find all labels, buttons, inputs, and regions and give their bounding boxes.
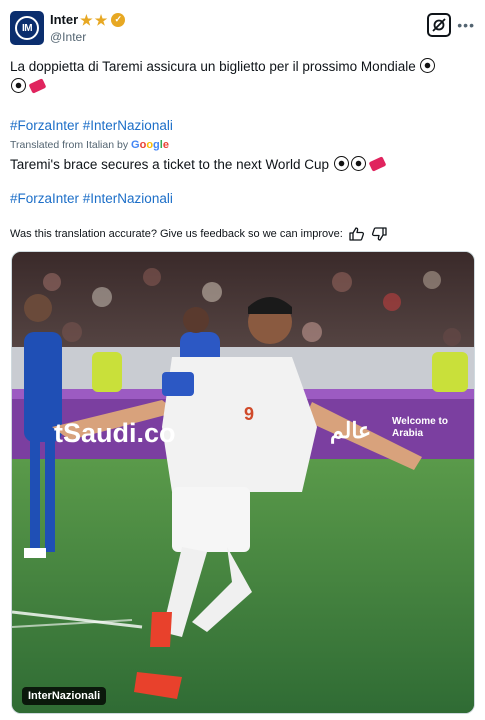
handle[interactable]: @Inter: [50, 30, 125, 44]
grok-glyph: [432, 18, 446, 32]
author-names: Inter ★ ★ ✓ @Inter: [50, 11, 126, 44]
tweet-text-line: La doppietta di Taremi assicura un bigli…: [10, 59, 416, 74]
avatar-text: IM: [21, 22, 33, 34]
star-icon: ★: [80, 11, 93, 28]
ad-arabic: عالم: [330, 418, 372, 443]
more-icon[interactable]: •••: [457, 17, 475, 33]
shirt-number: 9: [244, 404, 254, 424]
hashtags-translated[interactable]: #ForzaInter #InterNazionali: [10, 189, 475, 209]
photo-illustration: 9: [12, 252, 474, 713]
soccer-ball-icon: [11, 78, 26, 93]
translated-label: Translated from Italian by: [10, 139, 129, 151]
tweet-header: IM Inter ★ ★ ✓ @Inter •••: [10, 11, 475, 47]
google-logo: Google: [131, 139, 169, 151]
tweet-text: La doppietta di Taremi assicura un bigli…: [10, 57, 475, 97]
thumbs-up-icon[interactable]: [349, 227, 365, 241]
display-name[interactable]: Inter: [50, 12, 78, 27]
tweet-photo[interactable]: 9 tSaudi.co عالم Welcome to Arabia Inter…: [11, 251, 475, 714]
translated-text-line: Taremi's brace secures a ticket to the n…: [10, 157, 329, 172]
grok-icon[interactable]: [427, 13, 451, 37]
avatar[interactable]: IM: [10, 11, 44, 45]
soccer-ball-icon: [350, 156, 366, 171]
ad-text-right: Welcome to Arabia: [392, 416, 448, 439]
hashtags[interactable]: #ForzaInter #InterNazionali: [10, 116, 475, 136]
translation-attribution: Translated from Italian by Google: [10, 139, 169, 151]
display-name-row[interactable]: Inter ★ ★ ✓: [50, 11, 126, 28]
ticket-icon: [368, 156, 387, 172]
verified-badge-icon[interactable]: ✓: [111, 12, 126, 27]
inter-logo: IM: [15, 16, 39, 40]
ad-text-left: tSaudi.co: [54, 418, 176, 448]
translated-text: Taremi's brace secures a ticket to the n…: [10, 155, 475, 175]
feedback-prompt: Was this translation accurate? Give us f…: [10, 228, 343, 240]
star-icon: ★: [94, 11, 108, 28]
ticket-icon: [28, 78, 47, 94]
soccer-ball-icon: [333, 156, 349, 171]
thumbs-down-icon[interactable]: [371, 227, 387, 241]
soccer-ball-icon: [420, 58, 436, 73]
translation-feedback: Was this translation accurate? Give us f…: [10, 227, 387, 241]
photo-caption: InterNazionali: [22, 687, 107, 705]
